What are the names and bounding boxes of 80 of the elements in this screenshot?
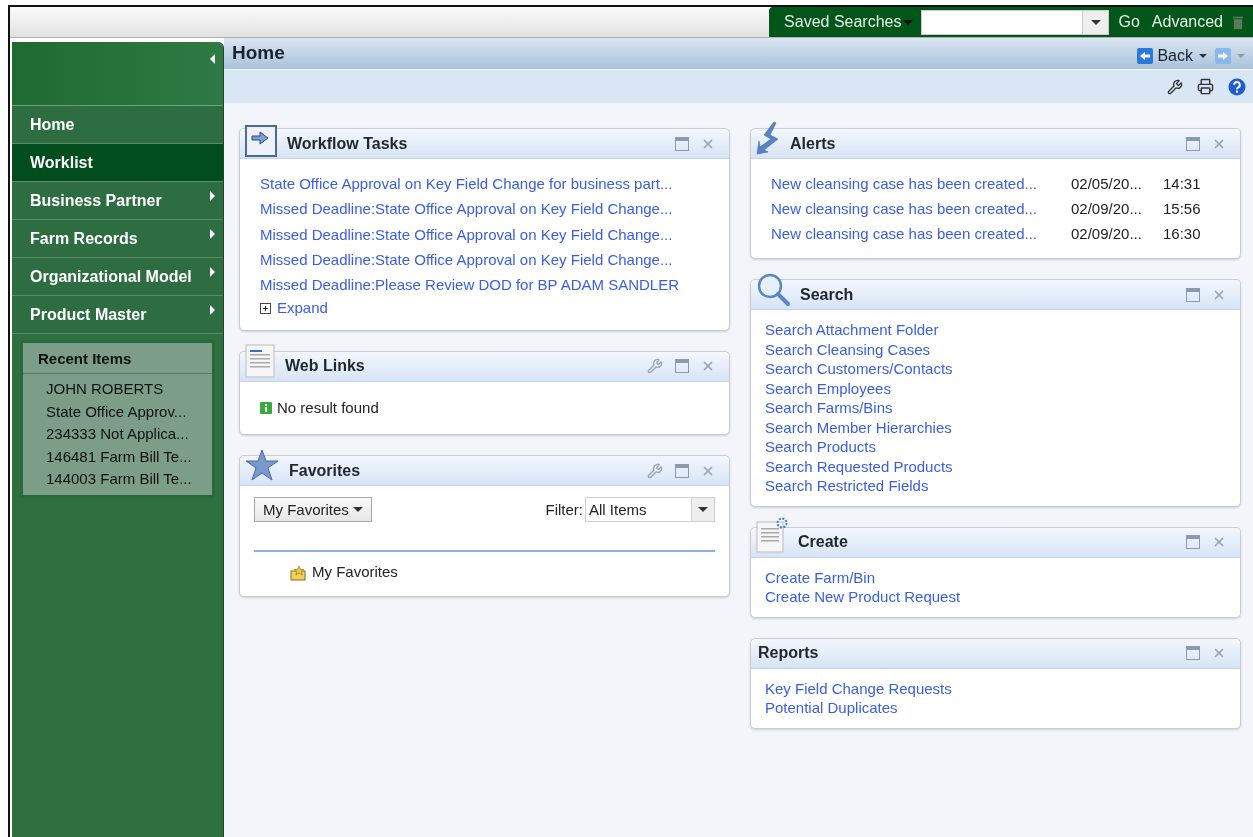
caret-icon: [698, 507, 708, 513]
panel-title: Web Links: [285, 356, 366, 377]
recent-item[interactable]: JOHN ROBERTS: [46, 378, 212, 401]
caret-icon: [352, 507, 363, 513]
alert-link[interactable]: New cleansing case has been created...: [771, 196, 1071, 221]
back-button[interactable]: Back: [1157, 43, 1193, 68]
filter-dropdown[interactable]: All Items: [585, 497, 715, 523]
link[interactable]: Search Customers/Contacts: [765, 359, 1226, 379]
alert-date: 02/09/20...: [1071, 199, 1143, 219]
link[interactable]: Search Requested Products: [765, 456, 1226, 476]
collapse-icon: [210, 54, 215, 64]
favorites-folder[interactable]: My Favorites: [312, 561, 398, 584]
link[interactable]: State Office Approval on Key Field Change for business part...: [260, 171, 709, 197]
link[interactable]: Potential Duplicates: [765, 698, 1226, 718]
minimize-icon[interactable]: [675, 464, 689, 478]
saved-searches-button[interactable]: Saved Searches: [784, 10, 914, 34]
minimize-icon[interactable]: [675, 359, 689, 374]
caret-icon: [1199, 53, 1207, 58]
panel-title: Reports: [757, 643, 820, 663]
recent-item[interactable]: State Office Approv...: [46, 400, 212, 423]
caret-icon: [1237, 53, 1245, 58]
search-field[interactable]: [921, 9, 1110, 35]
minimize-icon[interactable]: [675, 136, 689, 151]
link[interactable]: Search Products: [765, 437, 1226, 457]
panel-title: Favorites: [289, 461, 362, 481]
print-icon[interactable]: [1197, 78, 1214, 95]
link[interactable]: Create New Product Request: [765, 587, 1226, 607]
panel-title: Alerts: [790, 133, 837, 154]
link[interactable]: Missed Deadline:Please Review DOD for BP ADAM SANDLER: [260, 272, 709, 298]
minimize-icon[interactable]: [1186, 535, 1200, 549]
close-icon[interactable]: [1212, 535, 1226, 549]
help-icon[interactable]: [1228, 77, 1246, 96]
link[interactable]: Create Farm/Bin: [765, 567, 1226, 587]
link[interactable]: Search Farms/Bins: [765, 398, 1226, 418]
folder-star-icon: [290, 564, 306, 581]
lightning-icon: [756, 120, 780, 155]
link[interactable]: Search Cleansing Cases: [765, 339, 1226, 359]
alert-link[interactable]: New cleansing case has been created...: [771, 171, 1071, 196]
close-icon[interactable]: [701, 464, 715, 478]
link[interactable]: Search Restricted Fields: [765, 476, 1226, 496]
link[interactable]: Missed Deadline:State Office Approval on Key Field Change...: [260, 196, 709, 222]
advanced-button[interactable]: Advanced: [1151, 10, 1223, 34]
expand-icon[interactable]: [260, 302, 271, 314]
link[interactable]: Missed Deadline:State Office Approval on Key Field Change...: [260, 221, 709, 247]
alert-time: 15:56: [1163, 199, 1201, 219]
personalize-icon[interactable]: [1167, 78, 1183, 95]
recent-items-title: Recent Items: [23, 343, 212, 374]
panel-title: Search: [800, 284, 855, 305]
alert-link[interactable]: New cleansing case has been created...: [771, 221, 1071, 246]
panel-title: Create: [798, 532, 849, 552]
alert-time: 16:30: [1163, 224, 1201, 244]
link[interactable]: Missed Deadline:State Office Approval on Key Field Change...: [260, 246, 709, 273]
search-icon: [756, 272, 790, 307]
minimize-icon[interactable]: [1186, 646, 1200, 660]
link[interactable]: Search Attachment Folder: [765, 320, 1226, 340]
favorites-menu-button[interactable]: My Favorites: [254, 497, 372, 523]
nav-item[interactable]: Worklist: [12, 144, 223, 182]
close-icon[interactable]: [1212, 646, 1226, 660]
link[interactable]: Search Employees: [765, 378, 1226, 398]
info-icon: [260, 402, 272, 415]
go-button[interactable]: Go: [1118, 10, 1140, 34]
empty-message: No result found: [277, 398, 379, 418]
recent-item[interactable]: 144003 Farm Bill Te...: [46, 468, 212, 491]
star-icon: [245, 449, 279, 481]
recent-item[interactable]: 146481 Farm Bill Te...: [46, 445, 212, 468]
link[interactable]: Key Field Change Requests: [765, 678, 1226, 698]
expand-link[interactable]: Expand: [277, 298, 328, 318]
alert-date: 02/05/20...: [1071, 174, 1143, 194]
trash-icon[interactable]: [1233, 14, 1243, 30]
minimize-icon[interactable]: [1186, 287, 1200, 302]
recent-item[interactable]: 234333 Not Applica...: [46, 423, 212, 446]
panel-title: Workflow Tasks: [287, 133, 409, 154]
caret-icon: [1091, 19, 1101, 25]
alert-date: 02/09/20...: [1071, 224, 1143, 244]
alert-time: 14:31: [1163, 174, 1201, 194]
minimize-icon[interactable]: [1186, 136, 1200, 151]
caret-icon: [903, 19, 914, 25]
link[interactable]: Search Member Hierarchies: [765, 417, 1226, 437]
filter-label: Filter:: [545, 499, 583, 520]
page-title: Home: [232, 41, 285, 66]
